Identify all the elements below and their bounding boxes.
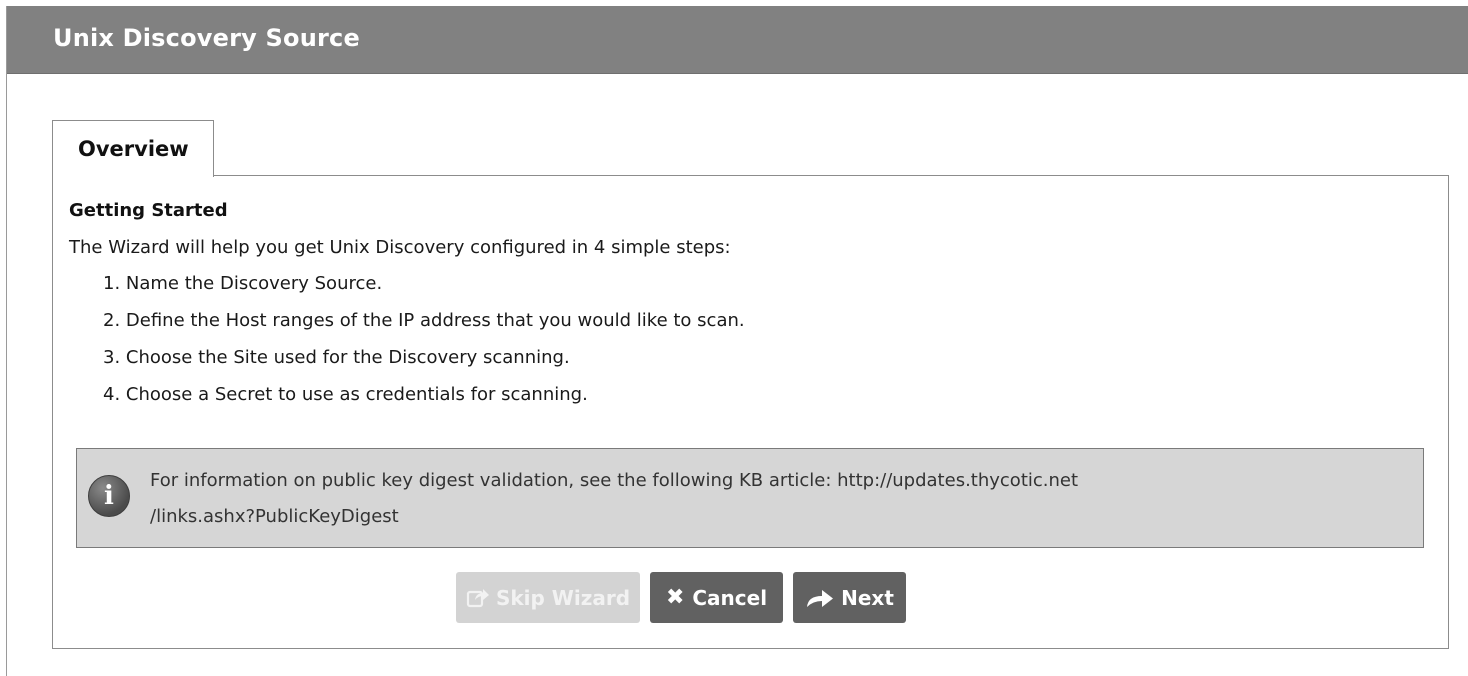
info-text: For information on public key digest val… [150, 463, 1330, 535]
step-item: 3. Choose the Site used for the Discover… [103, 347, 570, 368]
info-icon: i [88, 475, 130, 517]
dialog-title: Unix Discovery Source [53, 24, 360, 52]
step-item: 1. Name the Discovery Source. [103, 273, 383, 294]
cancel-label: Cancel [692, 585, 768, 610]
arrow-forward-icon [807, 589, 834, 607]
title-bar: Unix Discovery Source [7, 6, 1468, 74]
cancel-button[interactable]: ✖ Cancel [650, 572, 783, 623]
next-button[interactable]: Next [793, 572, 906, 623]
getting-started-heading: Getting Started [69, 200, 228, 221]
dialog: Unix Discovery Source Overview Getting S… [6, 6, 1468, 676]
close-icon: ✖ [665, 585, 685, 610]
tab-overview[interactable]: Overview [52, 120, 214, 177]
step-item: 2. Define the Host ranges of the IP addr… [103, 310, 745, 331]
skip-wizard-label: Skip Wizard [495, 585, 631, 610]
info-line-1: For information on public key digest val… [150, 470, 1079, 491]
intro-text: The Wizard will help you get Unix Discov… [69, 237, 731, 258]
next-label: Next [841, 585, 894, 610]
step-item: 4. Choose a Secret to use as credentials… [103, 384, 588, 405]
overview-panel: Getting Started The Wizard will help you… [52, 175, 1449, 649]
tab-overview-label: Overview [78, 137, 189, 161]
info-box: i For information on public key digest v… [76, 448, 1424, 548]
skip-icon [466, 588, 489, 607]
info-line-2: /links.ashx?PublicKeyDigest [150, 506, 399, 527]
steps-list: 1. Name the Discovery Source. 2. Define … [103, 272, 745, 420]
skip-wizard-button[interactable]: Skip Wizard [456, 572, 640, 623]
